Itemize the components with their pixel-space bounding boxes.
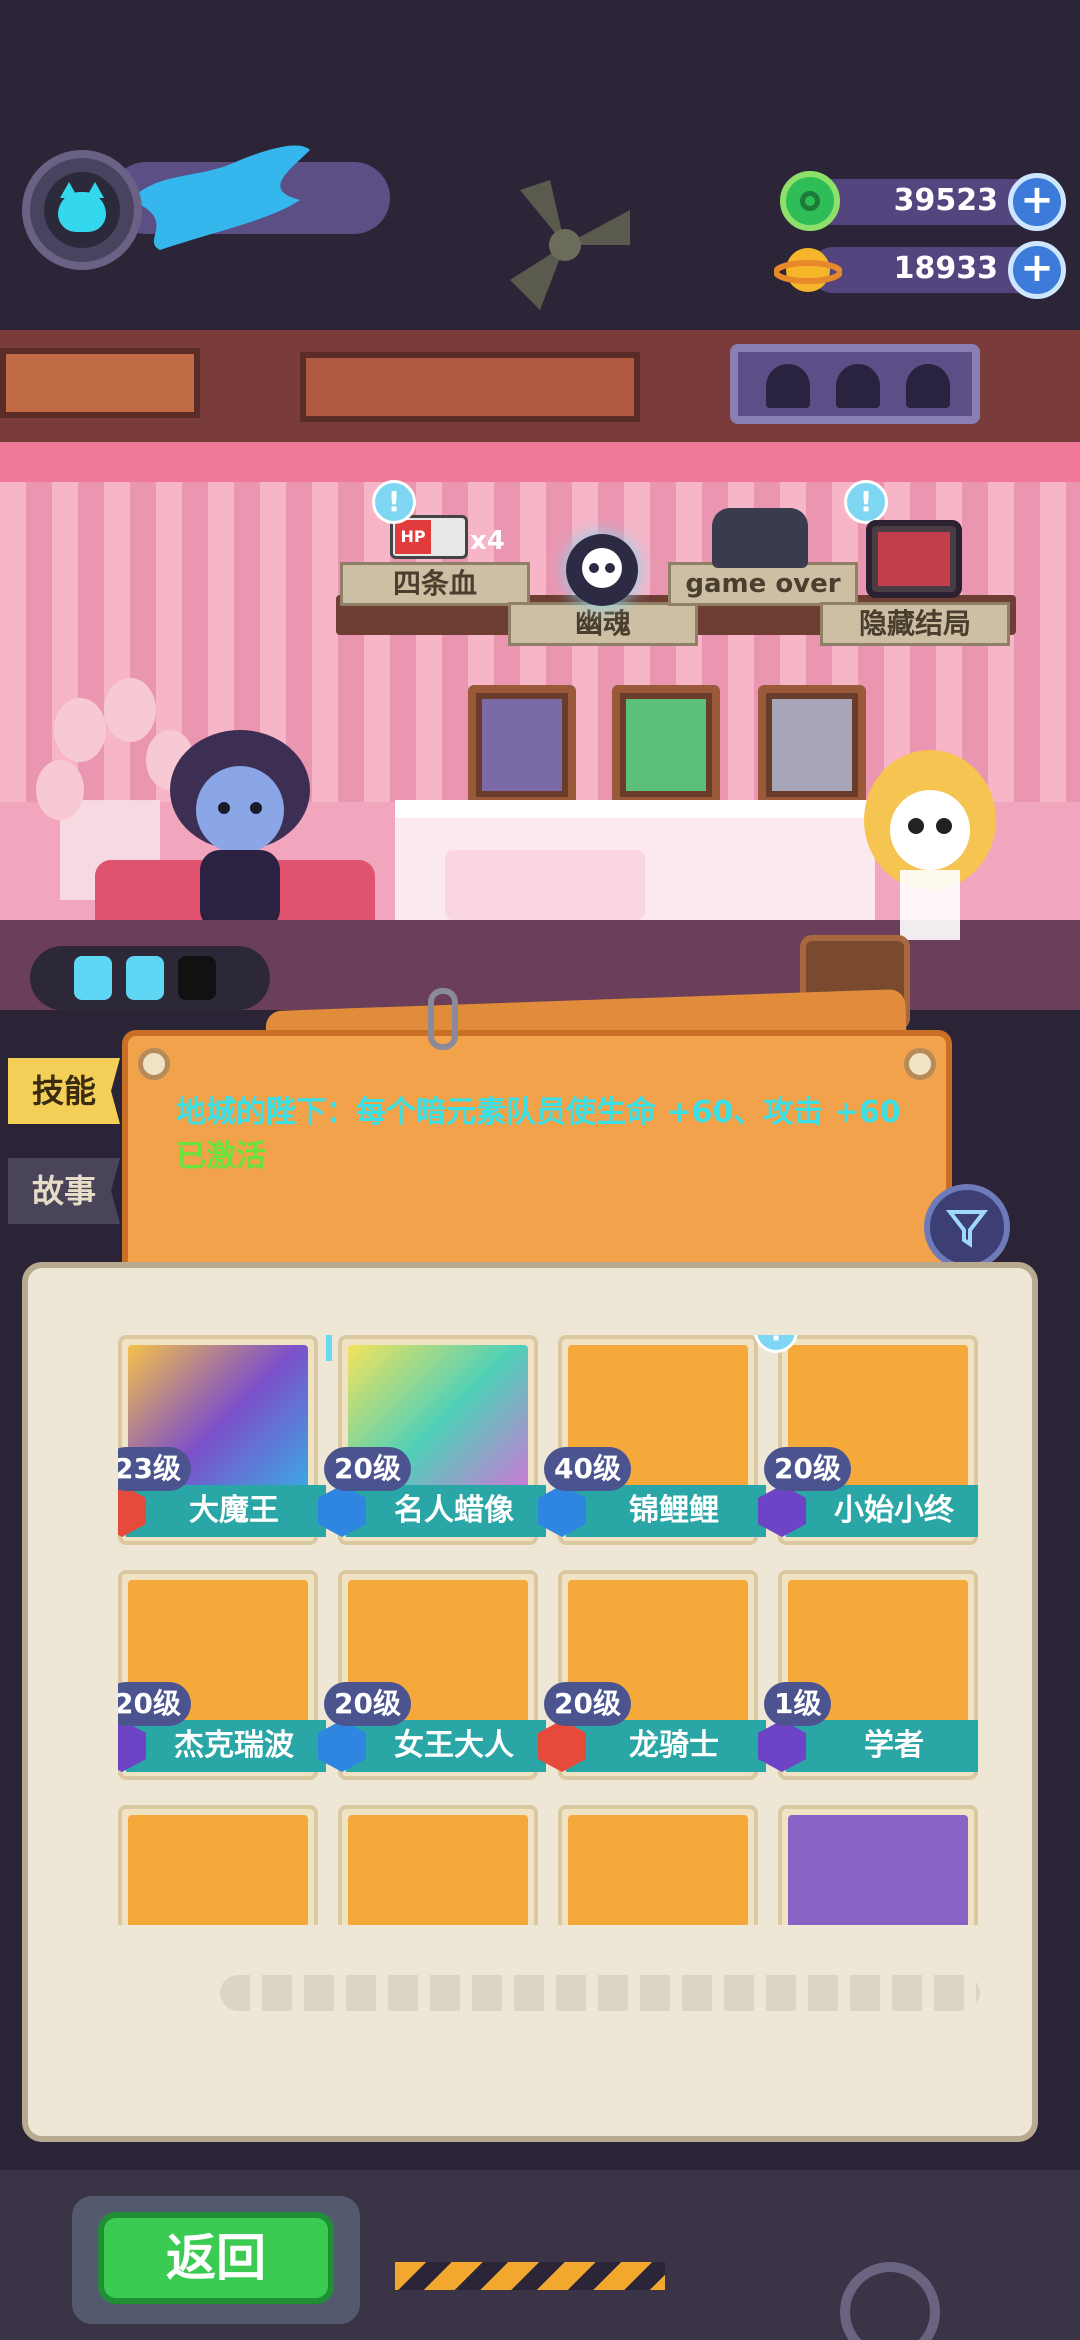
- portrait-frame[interactable]: [468, 685, 576, 805]
- roster-card[interactable]: [558, 1805, 758, 1925]
- gold-counter: 18933 +: [774, 241, 1066, 299]
- ghost-panel: [730, 344, 980, 424]
- card-name: 小始小终: [786, 1485, 978, 1537]
- card-level: 20级: [324, 1682, 411, 1726]
- card-name: 大魔王: [126, 1485, 326, 1537]
- empty-energy-slot: [178, 956, 216, 1000]
- ghost-icon: [836, 364, 880, 408]
- energy-slots: [30, 946, 270, 1010]
- dungeon-room: 四条血 幽魂 game over 隐藏结局 HP x4 ! !: [0, 330, 1080, 1010]
- tv-alert-icon: !: [844, 480, 888, 524]
- filter-icon: [945, 1210, 989, 1248]
- green-gem-icon: [780, 171, 840, 231]
- ghost-icon: [766, 364, 810, 408]
- card-level: 1级: [764, 1682, 832, 1726]
- fan-icon: [510, 180, 630, 310]
- shelf-tag-game-over: game over: [668, 562, 858, 606]
- card-level: 20级: [544, 1682, 631, 1726]
- tombstone-trophy[interactable]: [712, 508, 808, 568]
- roster-card-start-end[interactable]: ! 小始小终 20级: [754, 1335, 978, 1557]
- player-avatar[interactable]: [22, 150, 142, 270]
- card-level: 40级: [544, 1447, 631, 1491]
- card-name: 龙骑士: [566, 1720, 766, 1772]
- skeleton-girl-character[interactable]: [860, 750, 1000, 950]
- roster-grid: 大魔王 23级 名人蜡像 20级 锦鲤鲤 40级 ! 小始小终 20级: [118, 1335, 978, 1925]
- gem-counter: 39523 +: [780, 171, 1066, 231]
- roster-card[interactable]: [118, 1805, 318, 1925]
- shelf-tag-4hp: 四条血: [340, 562, 530, 606]
- roster-card[interactable]: [338, 1805, 538, 1925]
- portrait-frame[interactable]: [758, 685, 866, 805]
- game-screen: { "currency": [ {"name": "gems", "icon":…: [0, 0, 1080, 2340]
- roster-card-wax-celebrity[interactable]: 名人蜡像 20级: [318, 1335, 546, 1557]
- hp-badge: HP: [395, 520, 431, 554]
- shelf-tag-ghost: 幽魂: [508, 602, 698, 646]
- drawer: [445, 850, 645, 920]
- card-level: 23级: [118, 1447, 191, 1491]
- tab-skills[interactable]: 技能: [8, 1058, 120, 1124]
- card-name: 女王大人: [346, 1720, 546, 1772]
- card-name: 杰克瑞波: [126, 1720, 326, 1772]
- skill-board: 地城的陛下：每个暗元素队员使生命 +60、攻击 +60 已激活: [122, 1030, 952, 1300]
- add-gold-button[interactable]: +: [1008, 241, 1066, 299]
- skill-description: 地城的陛下：每个暗元素队员使生命 +60、攻击 +60 已激活: [176, 1091, 916, 1179]
- skill-text: 地城的陛下：每个暗元素队员使生命 +60、攻击 +60: [176, 1095, 901, 1130]
- gold-value: 18933: [893, 251, 998, 286]
- ghost-icon: [906, 364, 950, 408]
- filter-button[interactable]: [924, 1184, 1010, 1270]
- planet-coin-icon: [774, 248, 842, 292]
- hazard-stripe: [395, 2262, 665, 2290]
- roster-card-demon-king[interactable]: 大魔王 23级: [118, 1335, 332, 1557]
- card-name: 锦鲤鲤: [566, 1485, 766, 1537]
- card-name: 学者: [786, 1720, 978, 1772]
- back-button[interactable]: 返回: [98, 2212, 334, 2304]
- portrait-frame[interactable]: [612, 685, 720, 805]
- skill-status: 已激活: [176, 1139, 266, 1174]
- tv-trophy[interactable]: [866, 520, 962, 598]
- skull-icon: [582, 548, 622, 588]
- roster-card-queen[interactable]: 女王大人 20级: [318, 1570, 546, 1792]
- card-name: 名人蜡像: [346, 1485, 546, 1537]
- cat-icon: [58, 182, 106, 232]
- roster-card-scholar[interactable]: 学者 1级: [758, 1570, 978, 1792]
- card-level: 20级: [764, 1447, 851, 1491]
- blurred-caption: [220, 1975, 980, 2011]
- energy-bolt-icon: [126, 956, 164, 1000]
- gem-value: 39523: [893, 183, 998, 218]
- paper-clip: [428, 988, 458, 1050]
- roster-card-dragon-knight[interactable]: 龙骑士 20级: [538, 1570, 766, 1792]
- demon-king-character[interactable]: [130, 710, 350, 940]
- energy-bolt-icon: [74, 956, 112, 1000]
- hp-multiplier: x4: [470, 526, 505, 556]
- roster-card-koi[interactable]: 锦鲤鲤 40级: [538, 1335, 766, 1557]
- add-gems-button[interactable]: +: [1008, 173, 1066, 231]
- card-level: 20级: [324, 1447, 411, 1491]
- redacted-name-scribble: [130, 145, 310, 250]
- roster-card[interactable]: [778, 1805, 978, 1925]
- shelf-tag-hidden-ending: 隐藏结局: [820, 602, 1010, 646]
- skull-ghost-trophy[interactable]: [566, 534, 638, 606]
- tab-story[interactable]: 故事: [8, 1158, 120, 1224]
- top-hud: 39523 + 18933 +: [0, 0, 1080, 330]
- roster-card-jack[interactable]: 杰克瑞波 20级: [118, 1570, 326, 1792]
- trophy-alert-icon: !: [372, 480, 416, 524]
- card-level: 20级: [118, 1682, 191, 1726]
